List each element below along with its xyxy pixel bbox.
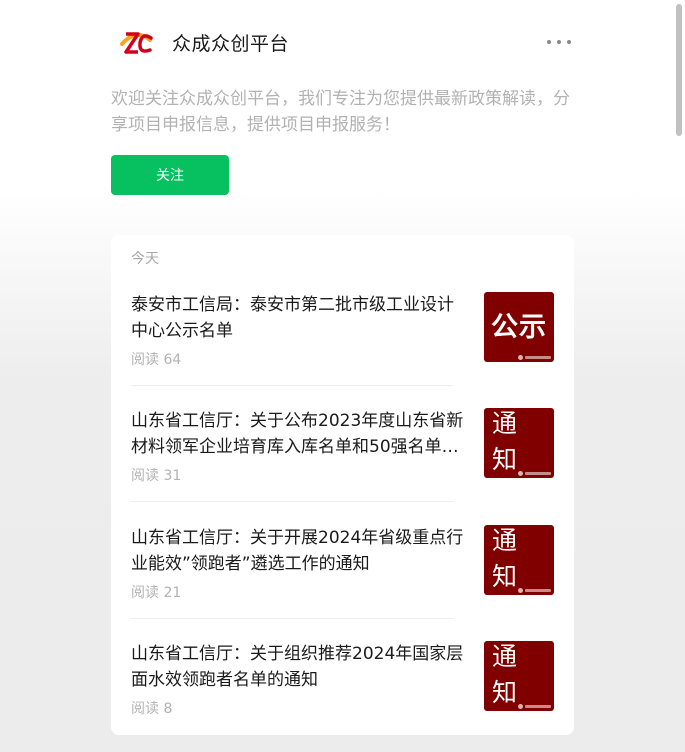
account-name: 众成众创平台 xyxy=(172,33,290,55)
article-title: 山东省工信厅：关于公布2023年度山东省新材料领军企业培育库入库名单和50强名单… xyxy=(131,411,464,457)
divider xyxy=(131,501,453,502)
thumbnail-text: 通知 xyxy=(492,409,527,474)
watermark-icon xyxy=(518,355,523,360)
zc-logo-icon xyxy=(120,32,153,54)
watermark-icon xyxy=(518,588,523,593)
account-description: 欢迎关注众成众创平台，我们专注为您提供最新政策解读，分享项目申报信息，提供项目申… xyxy=(111,89,570,135)
thumbnail-text: 通知 xyxy=(492,526,527,591)
watermark xyxy=(525,472,551,475)
account-header: 众成众创平台 xyxy=(111,22,573,66)
watermark xyxy=(525,589,551,592)
more-dot xyxy=(567,40,571,44)
more-icon[interactable] xyxy=(547,30,571,54)
article-item[interactable]: 山东省工信厅：关于组织推荐2024年国家层面水效领跑者名单的通知 阅读 8 通知 xyxy=(131,641,554,737)
more-dot xyxy=(547,40,551,44)
scrollbar[interactable] xyxy=(673,0,685,752)
more-dot xyxy=(557,40,561,44)
article-thumbnail: 公示 xyxy=(484,292,554,362)
divider xyxy=(131,618,453,619)
article-read-count: 阅读 64 xyxy=(131,352,182,368)
article-title: 泰安市工信局：泰安市第二批市级工业设计中心公示名单 xyxy=(131,295,454,341)
watermark xyxy=(525,705,551,708)
article-item[interactable]: 山东省工信厅：关于公布2023年度山东省新材料领军企业培育库入库名单和50强名单… xyxy=(131,408,554,504)
article-thumbnail: 通知 xyxy=(484,408,554,478)
scrollbar-thumb[interactable] xyxy=(676,4,682,136)
article-thumbnail: 通知 xyxy=(484,641,554,711)
date-group-label: 今天 xyxy=(131,251,159,267)
article-thumbnail: 通知 xyxy=(484,525,554,595)
article-read-count: 阅读 31 xyxy=(131,468,182,484)
article-list-card: 今天 泰安市工信局：泰安市第二批市级工业设计中心公示名单 阅读 64 公示 山东… xyxy=(111,235,574,735)
divider xyxy=(131,385,453,386)
article-title: 山东省工信厅：关于组织推荐2024年国家层面水效领跑者名单的通知 xyxy=(131,644,464,690)
follow-button[interactable]: 关注 xyxy=(111,155,229,195)
watermark xyxy=(525,356,551,359)
article-item[interactable]: 山东省工信厅：关于开展2024年省级重点行业能效”领跑者”遴选工作的通知 阅读 … xyxy=(131,525,554,621)
account-logo[interactable] xyxy=(118,26,154,62)
article-read-count: 阅读 21 xyxy=(131,585,182,601)
watermark-icon xyxy=(518,471,523,476)
article-read-count: 阅读 8 xyxy=(131,701,173,717)
thumbnail-text: 公示 xyxy=(491,311,547,343)
article-title: 山东省工信厅：关于开展2024年省级重点行业能效”领跑者”遴选工作的通知 xyxy=(131,528,464,574)
article-item[interactable]: 泰安市工信局：泰安市第二批市级工业设计中心公示名单 阅读 64 公示 xyxy=(131,292,554,388)
watermark-icon xyxy=(518,704,523,709)
thumbnail-text: 通知 xyxy=(492,642,527,707)
